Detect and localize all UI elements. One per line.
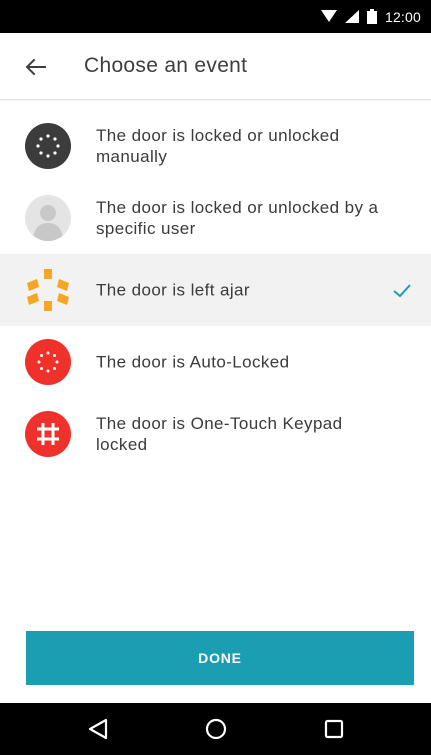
keypad-hash-icon — [25, 411, 71, 457]
event-list: The door is locked or unlocked manually … — [0, 110, 431, 457]
signal-icon — [344, 10, 359, 23]
user-avatar-icon — [25, 195, 71, 241]
event-label: The door is Auto-Locked — [96, 352, 290, 372]
back-triangle-icon — [88, 718, 108, 740]
event-item-specific-user[interactable]: The door is locked or unlocked by a spec… — [0, 182, 431, 254]
battery-icon — [366, 9, 377, 24]
check-icon — [393, 284, 411, 298]
manual-lock-icon — [25, 123, 71, 169]
home-circle-icon — [205, 718, 227, 740]
nav-back-button[interactable] — [68, 703, 128, 755]
wifi-icon — [320, 10, 337, 22]
event-label: The door is One-Touch Keypad locked — [96, 414, 343, 454]
arrow-left-icon — [26, 59, 46, 75]
navigation-bar — [0, 703, 431, 755]
event-label: The door is locked or unlocked manually — [96, 126, 340, 166]
nav-recents-button[interactable] — [304, 703, 364, 755]
event-item-manual[interactable]: The door is locked or unlocked manually — [0, 110, 431, 182]
event-item-auto-locked[interactable]: The door is Auto-Locked — [0, 326, 431, 398]
nav-home-button[interactable] — [186, 703, 246, 755]
event-item-left-ajar[interactable]: The door is left ajar — [0, 254, 431, 326]
status-bar: 12:00 — [0, 0, 431, 33]
back-button[interactable] — [20, 51, 52, 83]
page-title: Choose an event — [84, 54, 248, 77]
status-time: 12:00 — [384, 8, 421, 25]
status-icons: 12:00 — [320, 0, 421, 33]
event-label: The door is left ajar — [96, 280, 250, 300]
event-item-keypad-locked[interactable]: The door is One-Touch Keypad locked — [0, 398, 431, 470]
auto-lock-icon — [25, 339, 71, 385]
app-bar: Choose an event — [0, 33, 431, 100]
door-ajar-icon — [25, 267, 71, 313]
event-label: The door is locked or unlocked by a spec… — [96, 198, 379, 238]
done-button[interactable]: DONE — [26, 631, 414, 685]
recents-square-icon — [324, 719, 344, 739]
